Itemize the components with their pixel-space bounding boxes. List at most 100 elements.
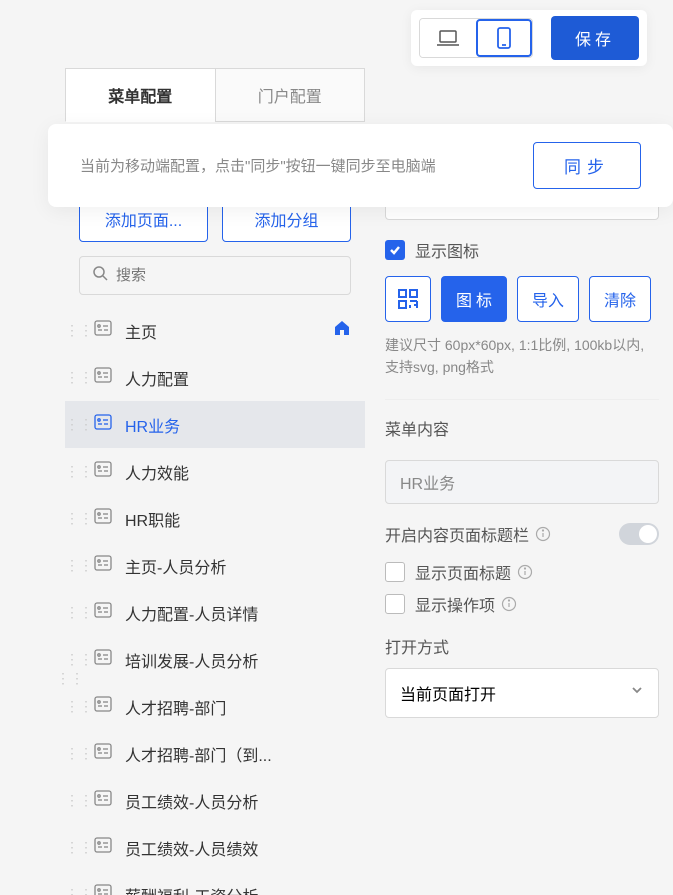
icon-hint: 建议尺寸 60px*60px, 1:1比例, 100kb以内, 支持svg, p…	[385, 334, 659, 379]
check-icon	[388, 243, 402, 257]
page-icon	[93, 600, 113, 625]
drag-handle-icon[interactable]: ⋮⋮	[65, 416, 83, 433]
tree-item-label: 人力配置	[125, 366, 351, 390]
page-icon	[93, 882, 113, 895]
qr-icon-button[interactable]	[385, 276, 431, 322]
page-icon	[93, 365, 113, 390]
menu-content-input[interactable]	[385, 460, 659, 504]
info-icon	[517, 564, 533, 580]
tree-item-label: 人力配置-人员详情	[125, 601, 351, 625]
tree-item[interactable]: ⋮⋮ HR职能	[65, 495, 365, 542]
page-icon	[93, 694, 113, 719]
show-icon-label: 显示图标	[415, 238, 479, 262]
tree-item[interactable]: ⋮⋮ 人力效能	[65, 448, 365, 495]
panel-drag-handle[interactable]: ⋮⋮	[56, 670, 84, 687]
drag-handle-icon[interactable]: ⋮⋮	[65, 510, 83, 527]
drag-handle-icon[interactable]: ⋮⋮	[65, 698, 83, 715]
info-icon	[501, 596, 517, 612]
drag-handle-icon[interactable]: ⋮⋮	[65, 557, 83, 574]
drag-handle-icon[interactable]: ⋮⋮	[65, 839, 83, 856]
tree-item[interactable]: ⋮⋮ 人力配置	[65, 354, 365, 401]
show-page-title-checkbox[interactable]	[385, 562, 405, 582]
tree-item[interactable]: ⋮⋮ HR业务	[65, 401, 365, 448]
tree-item-label: 员工绩效-人员分析	[125, 789, 351, 813]
tree-item[interactable]: ⋮⋮ 人力配置-人员详情	[65, 589, 365, 636]
page-icon	[93, 318, 113, 343]
show-icon-checkbox[interactable]	[385, 240, 405, 260]
mobile-device-button[interactable]	[476, 19, 532, 57]
search-wrap	[79, 256, 351, 295]
import-button[interactable]: 导入	[517, 276, 579, 322]
show-page-title-label: 显示页面标题	[415, 560, 533, 584]
info-icon	[535, 526, 551, 542]
tree-item[interactable]: ⋮⋮ 员工绩效-人员绩效	[65, 824, 365, 871]
tree-item-label: 人才招聘-部门（到...	[125, 742, 351, 766]
page-icon	[93, 553, 113, 578]
drag-handle-icon[interactable]: ⋮⋮	[65, 651, 83, 668]
tree-item[interactable]: ⋮⋮ 人才招聘-部门（到...	[65, 730, 365, 777]
save-button[interactable]: 保存	[551, 16, 639, 60]
sync-button[interactable]: 同步	[533, 142, 641, 189]
show-actions-check[interactable]: 显示操作项	[385, 592, 659, 616]
tree-item[interactable]: ⋮⋮ 员工绩效-人员分析	[65, 777, 365, 824]
topbar: 保存	[411, 10, 647, 66]
drag-handle-icon[interactable]: ⋮⋮	[65, 604, 83, 621]
search-box[interactable]	[79, 256, 351, 295]
page-icon	[93, 412, 113, 437]
open-mode-label: 打开方式	[385, 634, 659, 658]
sub-checks: 显示页面标题 显示操作项	[385, 560, 659, 616]
tree-item-label: HR职能	[125, 507, 351, 531]
drag-handle-icon[interactable]: ⋮⋮	[65, 463, 83, 480]
enable-titlebar-label: 开启内容页面标题栏	[385, 522, 551, 546]
drag-handle-icon[interactable]: ⋮⋮	[65, 886, 83, 895]
tab-menu-config[interactable]: 菜单配置	[65, 68, 215, 122]
show-icon-check[interactable]: 显示图标	[385, 238, 659, 262]
page-icon	[93, 835, 113, 860]
tree-item-label: 培训发展-人员分析	[125, 648, 351, 672]
clear-button[interactable]: 清除	[589, 276, 651, 322]
laptop-icon	[436, 28, 460, 48]
titlebar-toggle[interactable]	[619, 523, 659, 545]
tree-item-label: 员工绩效-人员绩效	[125, 836, 351, 860]
device-toggle	[419, 18, 533, 58]
desktop-device-button[interactable]	[420, 19, 476, 57]
search-input[interactable]	[116, 267, 338, 284]
tree-item[interactable]: ⋮⋮ 人才招聘-部门	[65, 683, 365, 730]
open-mode-select[interactable]: 当前页面打开	[385, 668, 659, 718]
drag-handle-icon[interactable]: ⋮⋮	[65, 792, 83, 809]
tree-item[interactable]: ⋮⋮ 薪酬福利-工资分析	[65, 871, 365, 895]
drag-handle-icon[interactable]: ⋮⋮	[65, 369, 83, 386]
menu-content-label: 菜单内容	[385, 416, 659, 440]
tree-item[interactable]: ⋮⋮ 主页-人员分析	[65, 542, 365, 589]
page-icon	[93, 788, 113, 813]
page-icon	[93, 459, 113, 484]
open-mode-value: 当前页面打开	[400, 681, 496, 705]
notice-text: 当前为移动端配置，点击"同步"按钮一键同步至电脑端	[80, 155, 436, 176]
tree-item-label: 薪酬福利-工资分析	[125, 883, 351, 895]
drag-handle-icon[interactable]: ⋮⋮	[65, 322, 83, 339]
page-tree: ⋮⋮ 主页 ⋮⋮ 人力配置 ⋮⋮ HR业务 ⋮⋮ 人力效能 ⋮⋮ HR职能 ⋮⋮ 主页-人员分析 ⋮⋮ 人…	[65, 307, 365, 895]
tree-item-label: 主页-人员分析	[125, 554, 351, 578]
icon-button[interactable]: 图标	[441, 276, 507, 322]
search-icon	[92, 265, 108, 286]
qr-icon	[396, 287, 420, 311]
chevron-down-icon	[630, 683, 644, 702]
show-actions-checkbox[interactable]	[385, 594, 405, 614]
show-page-title-check[interactable]: 显示页面标题	[385, 560, 659, 584]
tree-item-label: 人力效能	[125, 460, 351, 484]
home-icon	[333, 319, 351, 342]
tab-portal-config[interactable]: 门户配置	[215, 68, 366, 122]
page-icon	[93, 741, 113, 766]
mobile-icon	[496, 26, 512, 50]
show-actions-label: 显示操作项	[415, 592, 517, 616]
tree-item-label: 人才招聘-部门	[125, 695, 351, 719]
tab-bar: 菜单配置 门户配置	[65, 68, 365, 122]
tree-item-label: 主页	[125, 319, 333, 343]
notice-bar: 当前为移动端配置，点击"同步"按钮一键同步至电脑端 同步	[48, 124, 673, 207]
drag-handle-icon[interactable]: ⋮⋮	[65, 745, 83, 762]
page-icon	[93, 647, 113, 672]
tree-item[interactable]: ⋮⋮ 主页	[65, 307, 365, 354]
tree-item-label: HR业务	[125, 413, 351, 437]
titlebar-toggle-row: 开启内容页面标题栏	[385, 522, 659, 546]
tree-item[interactable]: ⋮⋮ 培训发展-人员分析	[65, 636, 365, 683]
